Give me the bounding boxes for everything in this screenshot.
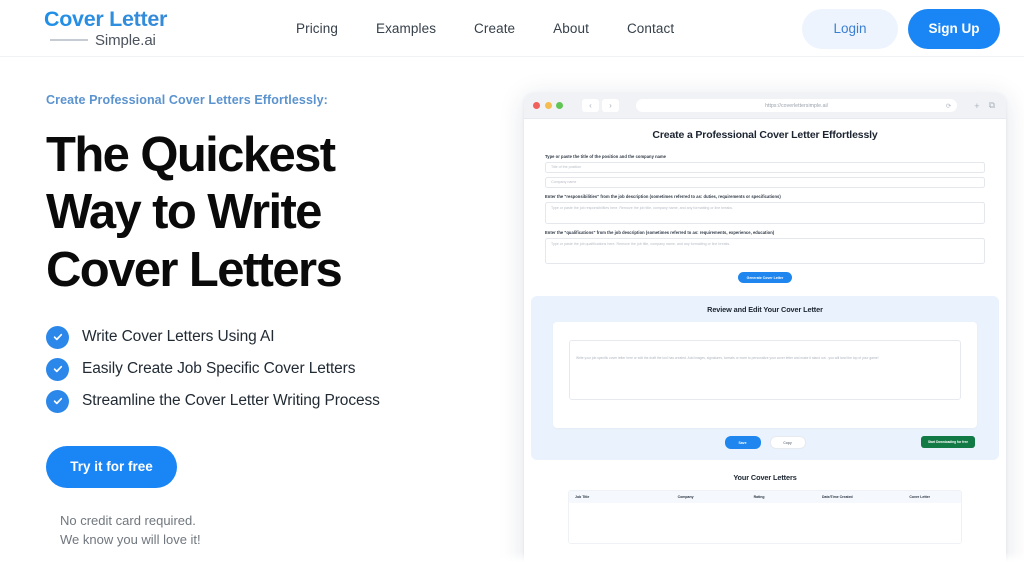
column-company: Company [677,495,694,499]
column-rating: Rating [753,495,765,499]
copy-button[interactable]: Copy [769,436,806,449]
list-item: Easily Create Job Specific Cover Letters [46,357,506,381]
generate-row: Generate Cover Letter [545,272,985,283]
minimize-icon[interactable] [544,102,552,109]
app-preview: Create a Professional Cover Letter Effor… [524,119,1006,562]
nav-item-examples[interactable]: Examples [376,21,436,36]
nav-item-create[interactable]: Create [474,21,515,36]
check-icon [46,389,69,413]
nav-item-about[interactable]: About [553,21,589,36]
company-name-placeholder: Company name [551,179,577,184]
cover-letter-editor[interactable]: Write your job specific cover letter her… [569,340,961,400]
tabs-icon[interactable]: ⧉ [989,100,995,111]
window-controls [533,102,563,109]
review-section: Review and Edit Your Cover Letter Write … [531,296,999,460]
logo-primary-text: Cover Letter [44,8,214,31]
landing-page: Cover Letter Simple.ai Pricing Examples … [0,0,1024,562]
signup-button[interactable]: Sign Up [908,8,1000,49]
cover-letters-table: Job Title Company Rating Date/Time Creat… [568,490,962,544]
cover-letter-form: Type or paste the title of the position … [524,154,1006,283]
position-title-input[interactable]: Title of the position [545,162,985,173]
position-field-label: Type or paste the title of the position … [545,154,666,159]
browser-mockup: ‹ › https://coverlettersimple.ai/ ⟳ + ⧉ … [524,93,1006,562]
try-it-free-button[interactable]: Try it for free [46,445,177,488]
start-downloading-button[interactable]: Start Downloading for free [920,436,975,448]
fineprint-line-2: We know you will love it! [60,531,201,547]
table-header-row: Job Title Company Rating Date/Time Creat… [569,491,961,503]
maximize-icon[interactable] [556,102,563,109]
feature-label: Easily Create Job Specific Cover Letters [82,360,356,378]
logo[interactable]: Cover Letter Simple.ai [44,8,214,49]
check-icon [46,325,69,349]
hero-eyebrow: Create Professional Cover Letters Effort… [46,93,328,107]
forward-icon[interactable]: › [602,99,619,112]
responsibilities-placeholder: Type or paste the job responsibilities h… [551,206,733,210]
qualifications-placeholder: Type or paste the job qualifications her… [551,242,731,246]
page-title: The Quickest Way to Write Cover Letters [46,127,506,299]
responsibilities-textarea[interactable]: Type or paste the job responsibilities h… [545,202,985,224]
reload-icon[interactable]: ⟳ [946,102,951,110]
address-bar[interactable]: https://coverlettersimple.ai/ ⟳ [636,99,958,112]
list-item: Streamline the Cover Letter Writing Proc… [46,389,506,413]
feature-label: Streamline the Cover Letter Writing Proc… [82,392,380,410]
auth-actions: Login Sign Up [802,0,1000,57]
review-heading: Review and Edit Your Cover Letter [707,305,823,314]
browser-toolbar: ‹ › https://coverlettersimple.ai/ ⟳ + ⧉ [524,93,1006,119]
browser-actions: + ⧉ [974,100,997,111]
position-title-placeholder: Title of the position [551,164,582,169]
company-name-input[interactable]: Company name [545,177,985,188]
qualifications-textarea[interactable]: Type or paste the job qualifications her… [545,238,985,264]
fineprint: No credit card required. We know you wil… [60,512,506,550]
browser-nav-buttons: ‹ › [582,99,619,112]
headline-line-1: The Quickest [46,128,336,182]
feature-label: Write Cover Letters Using AI [82,328,275,346]
fineprint-line-1: No credit card required. [60,512,196,528]
table-body [569,503,961,543]
generate-cover-letter-button[interactable]: Generate Cover Letter [737,272,793,283]
headline-line-3: Cover Letters [46,242,343,297]
logo-secondary-text: Simple.ai [95,31,156,49]
responsibilities-field-label: Enter the "responsibilities" from the jo… [545,194,781,199]
check-icon [46,357,69,381]
nav-item-contact[interactable]: Contact [627,21,674,36]
site-header: Cover Letter Simple.ai Pricing Examples … [0,0,1024,57]
column-job-title: Job Title [575,495,590,499]
nav-item-pricing[interactable]: Pricing [296,21,338,36]
back-icon[interactable]: ‹ [582,99,599,112]
login-button[interactable]: Login [802,8,898,49]
column-date-time: Date/Time Created [821,495,853,499]
qualifications-field-label: Enter the "qualifications" from the job … [545,230,775,235]
column-cover-letter: Cover Letter [909,495,930,499]
main-nav: Pricing Examples Create About Contact [296,0,674,57]
headline-line-2: Way to Write [46,185,322,240]
cover-letters-section: Your Cover Letters Job Title Company Rat… [524,473,1006,544]
review-actions: Save Copy Start Downloading for free [531,436,999,449]
hero-content: Create Professional Cover Letters Effort… [46,93,506,550]
url-text: https://coverlettersimple.ai/ [765,102,829,109]
cover-letter-editor-text: Write your job specific cover letter her… [576,356,879,360]
logo-subtitle-row: Simple.ai [44,32,214,49]
logo-rule [50,39,88,41]
feature-list: Write Cover Letters Using AI Easily Crea… [46,325,506,413]
close-icon[interactable] [533,102,540,109]
cover-letters-heading: Your Cover Letters [733,473,797,482]
new-tab-icon[interactable]: + [974,101,979,111]
list-item: Write Cover Letters Using AI [46,325,506,349]
app-heading: Create a Professional Cover Letter Effor… [652,129,878,141]
review-card: Write your job specific cover letter her… [553,322,977,428]
save-button[interactable]: Save [724,436,761,449]
